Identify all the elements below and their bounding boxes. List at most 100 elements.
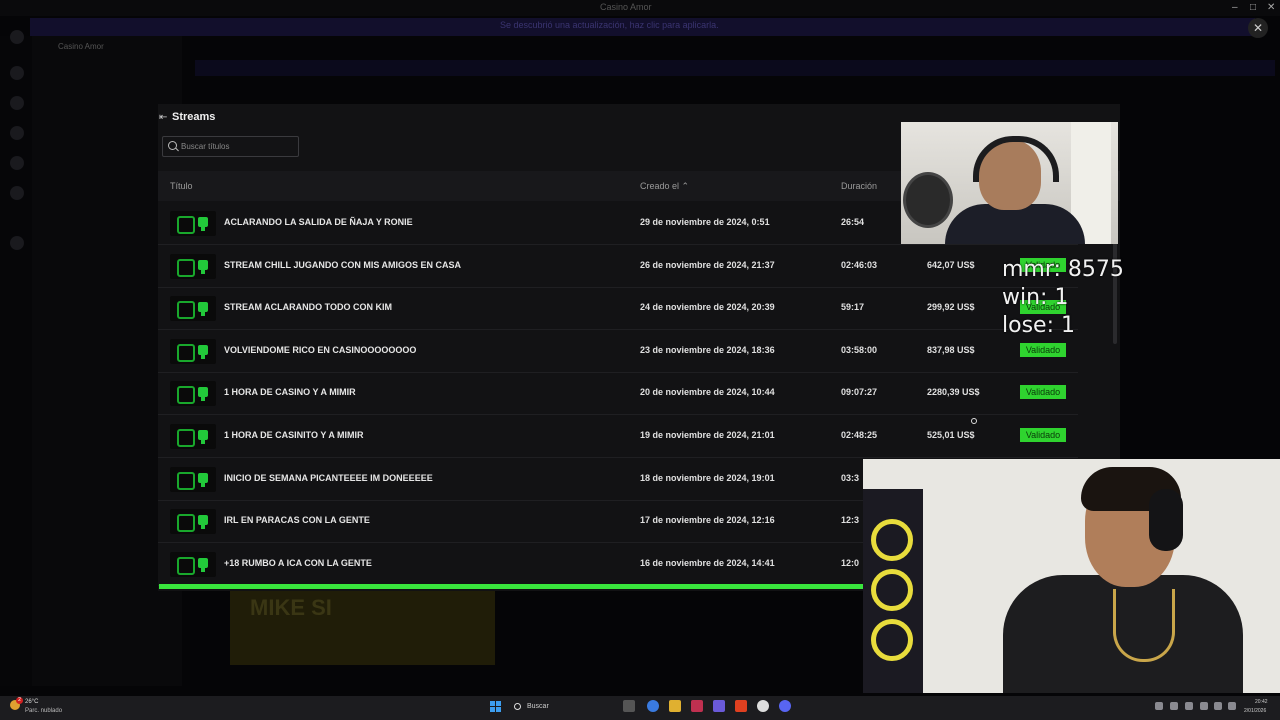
chain-necklace	[1113, 589, 1175, 662]
update-banner[interactable]: Se descubrió una actualización, haz clic…	[30, 18, 1255, 36]
stream-title: 1 HORA DE CASINO Y A MIMIR	[224, 387, 356, 398]
modal-title: Streams	[172, 111, 216, 123]
stream-thumbnail	[170, 296, 216, 322]
app-icon[interactable]	[691, 700, 703, 712]
discord-icon[interactable]	[779, 700, 791, 712]
stream-thumbnail	[170, 509, 216, 535]
table-row[interactable]: 1 HORA DE CASINITO Y A MIMIR 19 de noviem…	[158, 415, 1078, 458]
headset-shape	[1149, 489, 1183, 551]
win-count: win: 1	[1002, 285, 1069, 310]
copilot-icon[interactable]	[647, 700, 659, 712]
stream-title: INICIO DE SEMANA PICANTEEEE IM DONEEEEE	[224, 472, 433, 483]
stream-duration: 59:17	[841, 302, 865, 313]
webcam-overlay-top	[901, 122, 1118, 244]
column-title[interactable]: Título	[170, 181, 193, 191]
stream-duration: 02:48:25	[841, 430, 878, 440]
stream-title: STREAM CHILL JUGANDO CON MIS AMIGOS EN C…	[224, 259, 462, 270]
server-icon[interactable]	[10, 66, 24, 80]
tray-icon[interactable]	[1170, 702, 1178, 710]
minimize-icon[interactable]: –	[1232, 2, 1238, 13]
stream-amount: 642,07 US$	[927, 259, 975, 270]
clock-time[interactable]: 20:42	[1255, 699, 1268, 705]
stream-thumbnail	[170, 551, 216, 577]
mmr-stats-overlay: mmr: 8575 win: 1 lose: 1	[1002, 256, 1124, 340]
server-icon[interactable]	[10, 96, 24, 110]
stream-duration: 02:46:03	[841, 259, 878, 270]
table-row[interactable]: STREAM CHILL JUGANDO CON MIS AMIGOS EN C…	[158, 245, 1078, 288]
column-duration[interactable]: Duración	[841, 181, 877, 191]
server-icon[interactable]	[10, 126, 24, 140]
close-overlay-button[interactable]: ✕	[1248, 18, 1268, 38]
server-rail	[0, 30, 32, 686]
teams-icon[interactable]	[713, 700, 725, 712]
update-banner-text: Se descubrió una actualización, haz clic…	[500, 20, 719, 30]
volume-icon[interactable]	[1214, 702, 1222, 710]
stream-date: 20 de noviembre de 2024, 10:44	[640, 387, 775, 398]
stream-thumbnail	[170, 424, 216, 449]
column-created[interactable]: Creado el ⌃	[640, 181, 689, 192]
tray-icon[interactable]	[1155, 702, 1163, 710]
lose-count: lose: 1	[1002, 313, 1075, 338]
stream-duration: 12:3	[841, 515, 860, 526]
search-input[interactable]	[181, 139, 291, 153]
status-badge: Validado	[1020, 385, 1066, 400]
person-body	[945, 204, 1085, 244]
stream-amount: 299,92 US$	[927, 302, 975, 313]
stream-date: 17 de noviembre de 2024, 12:16	[640, 515, 775, 526]
stream-amount: 837,98 US$	[927, 344, 975, 355]
battery-icon[interactable]	[1228, 702, 1236, 710]
server-icon[interactable]	[10, 236, 24, 250]
channel-info-bar	[195, 60, 1275, 76]
task-view-icon[interactable]	[623, 700, 635, 712]
stream-amount: 2280,39 US$	[927, 387, 980, 398]
tray-icon[interactable]	[1185, 702, 1193, 710]
channel-toolbar	[195, 40, 1275, 54]
stream-date: 19 de noviembre de 2024, 21:01	[640, 430, 775, 440]
rgb-fan-shape	[871, 519, 913, 561]
stream-amount: 525,01 US$	[927, 430, 975, 440]
stream-date: 29 de noviembre de 2024, 0:51	[640, 217, 770, 227]
progress-bar	[159, 584, 865, 589]
wifi-icon[interactable]	[1200, 702, 1208, 710]
table-row[interactable]: STREAM ACLARANDO TODO CON KIM 24 de novie…	[158, 287, 1078, 331]
obs-icon[interactable]	[757, 700, 769, 712]
back-arrow-icon[interactable]: ⇤	[159, 112, 167, 123]
table-row[interactable]: 1 HORA DE CASINO Y A MIMIR 20 de noviembr…	[158, 372, 1078, 416]
stream-thumbnail	[170, 253, 216, 279]
stream-title: 1 HORA DE CASINITO Y A MIMIR	[224, 430, 364, 440]
maximize-icon[interactable]: □	[1250, 2, 1256, 13]
stream-title: ACLARANDO LA SALIDA DE ÑAJA Y RONIE	[224, 217, 413, 227]
server-icon[interactable]	[10, 30, 24, 44]
window-close-icon[interactable]: ✕	[1267, 2, 1275, 13]
stream-date: 26 de noviembre de 2024, 21:37	[640, 259, 775, 270]
stream-duration: 03:3	[841, 472, 860, 483]
server-icon[interactable]	[10, 186, 24, 200]
search-icon	[514, 703, 521, 710]
background-video-thumbnail: MIKE SI	[230, 590, 495, 665]
taskbar: 2 26°C Parc. nublado Buscar 20:42 2/01/2…	[0, 696, 1280, 720]
taskbar-search[interactable]: Buscar	[509, 699, 589, 716]
notification-badge: 2	[16, 697, 23, 704]
table-row[interactable]: VOLVIENDOME RICO EN CASINOOOOOOOO 23 de n…	[158, 330, 1078, 373]
search-box[interactable]	[162, 136, 299, 157]
webcam-overlay-bottom	[863, 459, 1280, 693]
fan-shape	[903, 172, 953, 228]
rgb-fan-shape	[871, 569, 913, 611]
stream-duration: 09:07:27	[841, 387, 878, 398]
windows-start-icon[interactable]	[490, 701, 502, 713]
rgb-fan-shape	[871, 619, 913, 661]
clock-date[interactable]: 2/01/2026	[1244, 708, 1266, 714]
brave-icon[interactable]	[735, 700, 747, 712]
stream-duration: 03:58:00	[841, 344, 878, 355]
stream-thumbnail	[170, 211, 216, 236]
server-icon[interactable]	[10, 156, 24, 170]
window-titlebar: Casino Amor – □ ✕	[0, 0, 1280, 16]
stream-date: 16 de noviembre de 2024, 14:41	[640, 557, 775, 568]
server-name[interactable]: Casino Amor	[58, 42, 104, 51]
status-badge: Validado	[1020, 342, 1066, 357]
stream-title: STREAM ACLARANDO TODO CON KIM	[224, 302, 392, 313]
stream-title: IRL EN PARACAS CON LA GENTE	[224, 515, 370, 526]
file-explorer-icon[interactable]	[669, 700, 681, 712]
weather-description: Parc. nublado	[25, 708, 63, 714]
weather-temperature: 26°C	[25, 699, 39, 705]
